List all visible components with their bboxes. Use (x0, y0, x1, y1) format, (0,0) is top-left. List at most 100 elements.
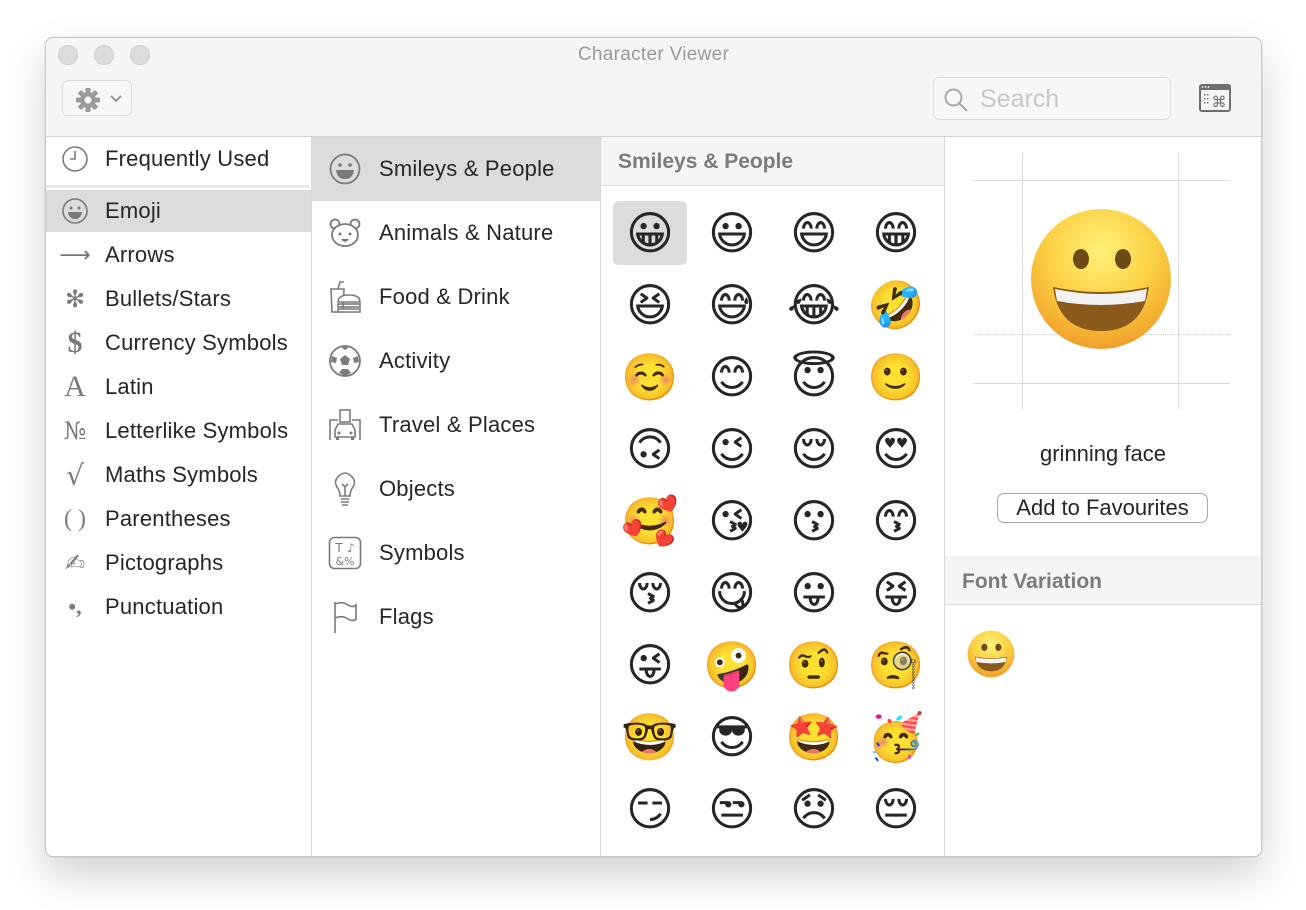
lightbulb-icon (334, 472, 356, 506)
subcategory-list: Smileys & People Animals & Nature Food &… (312, 137, 601, 856)
emoji-cell[interactable]: 😜 (613, 633, 687, 697)
emoji-cell[interactable]: 😝 (859, 561, 933, 625)
svg-text:&%: &% (335, 555, 354, 568)
category-frequently-used[interactable]: Frequently Used (46, 138, 311, 180)
emoji-cell[interactable]: 🙂 (859, 345, 933, 409)
title-bar: Character Viewer Search ⌘ (46, 38, 1261, 137)
font-variation-header: Font Variation (945, 556, 1261, 605)
burger-drink-icon (330, 281, 361, 313)
square-root-icon: √ (66, 458, 84, 492)
emoji-cell[interactable]: 🤓 (613, 705, 687, 769)
dollar-icon: $ (67, 326, 83, 359)
smiley-icon (329, 153, 361, 185)
emoji-cell[interactable]: 🧐 (859, 633, 933, 697)
emoji-cell[interactable]: 😚 (613, 561, 687, 625)
svg-text:⌘: ⌘ (1212, 93, 1227, 111)
gear-icon (76, 88, 100, 112)
emoji-cell[interactable]: 😄 (777, 201, 851, 265)
emoji-cell[interactable]: 🤩 (777, 705, 851, 769)
emoji-cell[interactable]: 😁 (859, 201, 933, 265)
divider (46, 185, 309, 188)
svg-text:T: T (334, 541, 343, 555)
category-currency-symbols[interactable]: $ Currency Symbols (46, 322, 311, 364)
character-viewer-window: Character Viewer Search ⌘ Frequently Use… (45, 37, 1262, 857)
window-title: Character Viewer (577, 44, 730, 65)
emoji-cell[interactable]: 🤨 (777, 633, 851, 697)
search-input[interactable] (978, 84, 1162, 114)
arrow-icon: ⟶ (59, 242, 91, 268)
emoji-cell[interactable]: 😊 (695, 345, 769, 409)
emoji-cell[interactable]: 😙 (859, 489, 933, 553)
category-parentheses[interactable]: ( ) Parentheses (46, 498, 311, 540)
numero-icon: № (63, 417, 87, 445)
subcategory-animals-nature[interactable]: Animals & Nature (312, 201, 600, 265)
emoji-cell[interactable]: 😀 (613, 201, 687, 265)
search-icon (944, 88, 968, 112)
category-letterlike-symbols[interactable]: № Letterlike Symbols (46, 410, 311, 452)
emoji-cell[interactable]: 🤪 (695, 633, 769, 697)
emoji-cell[interactable]: ☺️ (613, 345, 687, 409)
punctuation-icon: •, (68, 594, 82, 619)
emoji-cell[interactable]: 😆 (613, 273, 687, 337)
emoji-cell[interactable]: 😏 (613, 777, 687, 841)
guide-line (973, 180, 1230, 181)
emoji-cell[interactable]: 😍 (859, 417, 933, 481)
flag-icon (334, 601, 357, 633)
emoji-cell[interactable]: 🥰 (613, 489, 687, 553)
category-bullets-stars[interactable]: ✻ Bullets/Stars (46, 278, 311, 320)
emoji-cell[interactable]: 😅 (695, 273, 769, 337)
section-header: Smileys & People (601, 137, 944, 186)
emoji-cell[interactable]: 🥳 (859, 705, 933, 769)
grinning-face-glyph (1031, 209, 1171, 349)
subcategory-travel-places[interactable]: Travel & Places (312, 393, 600, 457)
category-emoji[interactable]: Emoji (46, 190, 311, 232)
emoji-cell[interactable]: 😉 (695, 417, 769, 481)
section-title: Smileys & People (618, 150, 794, 173)
emoji-cell[interactable]: 😒 (695, 777, 769, 841)
category-latin[interactable]: A Latin (46, 366, 311, 408)
bear-icon (329, 218, 361, 247)
symbols-icon: T ♪&% (328, 536, 362, 570)
guide-line (973, 383, 1230, 384)
emoji-cell[interactable]: 😞 (777, 777, 851, 841)
emoji-cell[interactable]: 😇 (777, 345, 851, 409)
add-to-favourites-button[interactable]: Add to Favourites (997, 493, 1208, 523)
emoji-cell[interactable]: 😌 (777, 417, 851, 481)
category-punctuation[interactable]: •, Punctuation (46, 586, 311, 628)
font-variation-title: Font Variation (962, 570, 1103, 593)
character-name: grinning face (1040, 441, 1166, 466)
emoji-cell[interactable]: 😔 (859, 777, 933, 841)
action-menu-button[interactable] (62, 80, 132, 116)
emoji-cell[interactable]: 😗 (777, 489, 851, 553)
subcategory-flags[interactable]: Flags (312, 585, 600, 649)
font-variation-grinning-face[interactable] (965, 628, 1017, 680)
subcategory-activity[interactable]: Activity (312, 329, 600, 393)
writing-hand-icon: ✍ (64, 549, 86, 577)
letter-a-icon: A (64, 370, 86, 403)
emoji-cell[interactable]: 😘 (695, 489, 769, 553)
car-buildings-icon (329, 409, 361, 440)
category-pictographs[interactable]: ✍ Pictographs (46, 542, 311, 584)
search-field[interactable] (933, 77, 1171, 120)
emoji-cell[interactable]: 🙃 (613, 417, 687, 481)
asterisk-icon: ✻ (64, 285, 86, 313)
emoji-cell[interactable]: 😃 (695, 201, 769, 265)
subcategory-objects[interactable]: Objects (312, 457, 600, 521)
character-preview (973, 153, 1230, 409)
detail-panel: grinning face Add to Favourites Font Var… (945, 137, 1261, 856)
category-arrows[interactable]: ⟶ Arrows (46, 234, 311, 276)
svg-text:♪: ♪ (347, 541, 355, 555)
parentheses-icon: ( ) (64, 505, 86, 532)
subcategory-food-drink[interactable]: Food & Drink (312, 265, 600, 329)
character-palette-icon[interactable]: ⌘ (1198, 83, 1232, 113)
subcategory-symbols[interactable]: T ♪ &% Symbols (312, 521, 600, 585)
category-list: Frequently Used Emoji ⟶ Arrows ✻ Bullets… (46, 137, 312, 856)
emoji-cell[interactable]: 🤣 (859, 273, 933, 337)
football-icon (329, 345, 361, 377)
emoji-cell[interactable]: 😛 (777, 561, 851, 625)
category-maths-symbols[interactable]: √ Maths Symbols (46, 454, 311, 496)
subcategory-smileys-people[interactable]: Smileys & People (312, 137, 600, 201)
emoji-cell[interactable]: 😂 (777, 273, 851, 337)
emoji-cell[interactable]: 😋 (695, 561, 769, 625)
emoji-cell[interactable]: 😎 (695, 705, 769, 769)
